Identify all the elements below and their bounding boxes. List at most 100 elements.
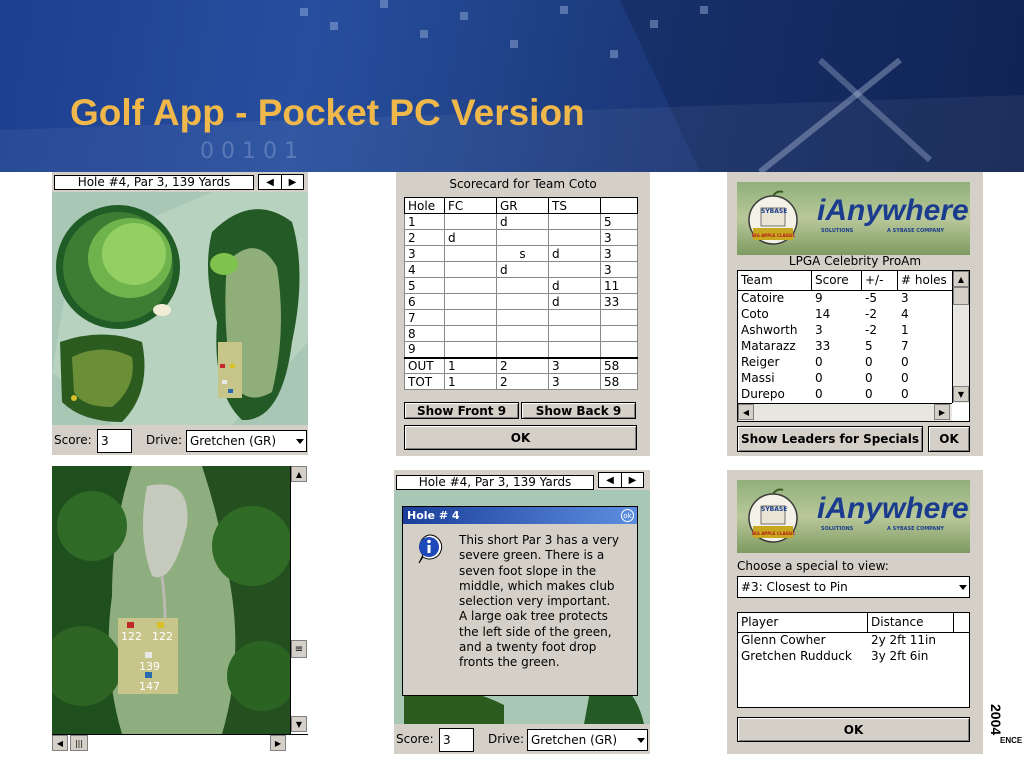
column-header[interactable]: +/- bbox=[862, 271, 898, 290]
scroll-left-icon[interactable]: ◀ bbox=[52, 735, 68, 751]
scroll-down-icon[interactable]: ▼ bbox=[291, 716, 307, 732]
show-front-9-button[interactable]: Show Front 9 bbox=[404, 402, 519, 419]
scorecard-cell[interactable]: d bbox=[496, 213, 549, 230]
scorecard-cell[interactable]: d bbox=[548, 277, 601, 294]
scorecard-cell[interactable]: 2 bbox=[404, 229, 445, 246]
ok-button[interactable]: OK bbox=[737, 717, 970, 742]
special-select[interactable]: #3: Closest to Pin bbox=[737, 576, 970, 598]
scorecard-row[interactable]: 3sd3 bbox=[404, 245, 638, 262]
scorecard-cell[interactable] bbox=[548, 341, 601, 358]
ok-button[interactable]: OK bbox=[404, 425, 637, 450]
scorecard-cell[interactable] bbox=[444, 293, 497, 310]
team-list-vscroll[interactable]: ▲ ▼ bbox=[952, 271, 969, 403]
scorecard-cell[interactable]: 6 bbox=[404, 293, 445, 310]
scroll-left-icon[interactable]: ◀ bbox=[738, 404, 754, 420]
scorecard-cell[interactable] bbox=[548, 229, 601, 246]
prev-hole-button[interactable]: ◀ bbox=[599, 473, 621, 487]
scorecard-row[interactable]: 2d 3 bbox=[404, 229, 638, 246]
column-header[interactable] bbox=[600, 197, 638, 214]
scroll-up-icon[interactable]: ▲ bbox=[953, 271, 969, 287]
scorecard-cell[interactable] bbox=[600, 341, 638, 358]
team-list-item[interactable]: Reiger 0 0 0 bbox=[738, 355, 969, 371]
scorecard-cell[interactable]: d bbox=[548, 293, 601, 310]
special-result-item[interactable]: Gretchen Rudduck 3y 2ft 6in bbox=[738, 649, 969, 665]
scorecard-cell[interactable]: d bbox=[548, 245, 601, 262]
drive-select[interactable]: Gretchen (GR) bbox=[527, 729, 648, 751]
scorecard-cell[interactable] bbox=[548, 213, 601, 230]
scorecard-cell[interactable]: 5 bbox=[600, 213, 638, 230]
tee-aerial-map[interactable] bbox=[52, 466, 290, 734]
scorecard-row[interactable]: 8 bbox=[404, 325, 638, 342]
team-list-item[interactable]: Massi 0 0 0 bbox=[738, 371, 969, 387]
dialog-close-button[interactable]: ok bbox=[621, 509, 634, 522]
scorecard-cell[interactable]: s bbox=[496, 245, 549, 262]
map-hscroll[interactable]: ◀ ||| ▶ bbox=[52, 734, 308, 752]
scorecard-cell[interactable] bbox=[496, 229, 549, 246]
scorecard-cell[interactable] bbox=[444, 277, 497, 294]
scroll-up-icon[interactable]: ▲ bbox=[291, 466, 307, 482]
team-list-item[interactable]: Ashworth 3 -2 1 bbox=[738, 323, 969, 339]
scorecard-cell[interactable]: 3 bbox=[600, 229, 638, 246]
team-list-item[interactable]: Coto 14 -2 4 bbox=[738, 307, 969, 323]
scorecard-cell[interactable] bbox=[600, 325, 638, 342]
column-header[interactable]: TS bbox=[548, 197, 601, 214]
column-header[interactable]: Score bbox=[812, 271, 862, 290]
team-list-item[interactable]: Catoire 9 -5 3 bbox=[738, 291, 969, 307]
scroll-right-icon[interactable]: ▶ bbox=[270, 735, 286, 751]
show-leaders-button[interactable]: Show Leaders for Specials bbox=[737, 426, 923, 452]
scorecard-cell[interactable]: 7 bbox=[404, 309, 445, 326]
scorecard-cell[interactable]: 3 bbox=[600, 245, 638, 262]
scorecard-cell[interactable]: 11 bbox=[600, 277, 638, 294]
scorecard-cell[interactable] bbox=[496, 325, 549, 342]
scorecard-cell[interactable]: 5 bbox=[404, 277, 445, 294]
scorecard-cell[interactable]: d bbox=[444, 229, 497, 246]
score-input[interactable]: 3 bbox=[439, 728, 474, 752]
scorecard-cell[interactable] bbox=[496, 341, 549, 358]
team-list-hscroll[interactable]: ◀ ▶ bbox=[738, 403, 952, 421]
scorecard-cell[interactable] bbox=[444, 261, 497, 278]
scorecard-cell[interactable]: 33 bbox=[600, 293, 638, 310]
scroll-thumb[interactable]: ≡ bbox=[291, 640, 307, 658]
team-list-item[interactable]: Matarazz 33 5 7 bbox=[738, 339, 969, 355]
scorecard-cell[interactable] bbox=[444, 325, 497, 342]
scorecard-cell[interactable] bbox=[496, 293, 549, 310]
special-result-item[interactable]: Glenn Cowher 2y 2ft 11in bbox=[738, 633, 969, 649]
scorecard-cell[interactable]: 4 bbox=[404, 261, 445, 278]
prev-hole-button[interactable]: ◀ bbox=[259, 175, 281, 189]
scorecard-cell[interactable]: 9 bbox=[404, 341, 445, 358]
column-header[interactable]: Hole bbox=[404, 197, 445, 214]
scorecard-cell[interactable]: 1 bbox=[404, 213, 445, 230]
drive-select[interactable]: Gretchen (GR) bbox=[186, 430, 307, 452]
scorecard-cell[interactable]: 3 bbox=[404, 245, 445, 262]
scorecard-cell[interactable] bbox=[496, 309, 549, 326]
column-header[interactable]: Player bbox=[738, 613, 868, 632]
next-hole-button[interactable]: ▶ bbox=[281, 175, 303, 189]
column-header[interactable]: FC bbox=[444, 197, 497, 214]
scorecard-cell[interactable] bbox=[600, 309, 638, 326]
team-list-item[interactable]: Durepo 0 0 0 bbox=[738, 387, 969, 403]
scorecard-cell[interactable]: 8 bbox=[404, 325, 445, 342]
column-header[interactable]: GR bbox=[496, 197, 549, 214]
column-header[interactable]: Distance bbox=[868, 613, 954, 632]
scorecard-row[interactable]: 1 d 5 bbox=[404, 213, 638, 230]
score-input[interactable]: 3 bbox=[97, 429, 132, 453]
scorecard-cell[interactable]: 3 bbox=[600, 261, 638, 278]
scorecard-cell[interactable] bbox=[548, 261, 601, 278]
next-hole-button[interactable]: ▶ bbox=[621, 473, 643, 487]
scorecard-row[interactable]: 9 bbox=[404, 341, 638, 358]
scroll-right-icon[interactable]: ▶ bbox=[934, 404, 950, 420]
scorecard-row[interactable]: 6 d 33 bbox=[404, 293, 638, 310]
scorecard-row[interactable]: 7 bbox=[404, 309, 638, 326]
scorecard-cell[interactable] bbox=[444, 213, 497, 230]
column-header[interactable]: Team bbox=[738, 271, 812, 290]
scorecard-row[interactable]: 4 d 3 bbox=[404, 261, 638, 278]
map-vscroll[interactable]: ▲ ≡ ▼ bbox=[290, 466, 308, 734]
scorecard-row[interactable]: 5 d 11 bbox=[404, 277, 638, 294]
scorecard-cell[interactable] bbox=[444, 309, 497, 326]
scroll-down-icon[interactable]: ▼ bbox=[953, 386, 969, 402]
ok-button[interactable]: OK bbox=[928, 426, 970, 452]
hole-aerial-map[interactable] bbox=[52, 192, 308, 425]
scorecard-cell[interactable] bbox=[548, 325, 601, 342]
show-back-9-button[interactable]: Show Back 9 bbox=[521, 402, 636, 419]
column-header[interactable]: # holes bbox=[898, 271, 952, 290]
